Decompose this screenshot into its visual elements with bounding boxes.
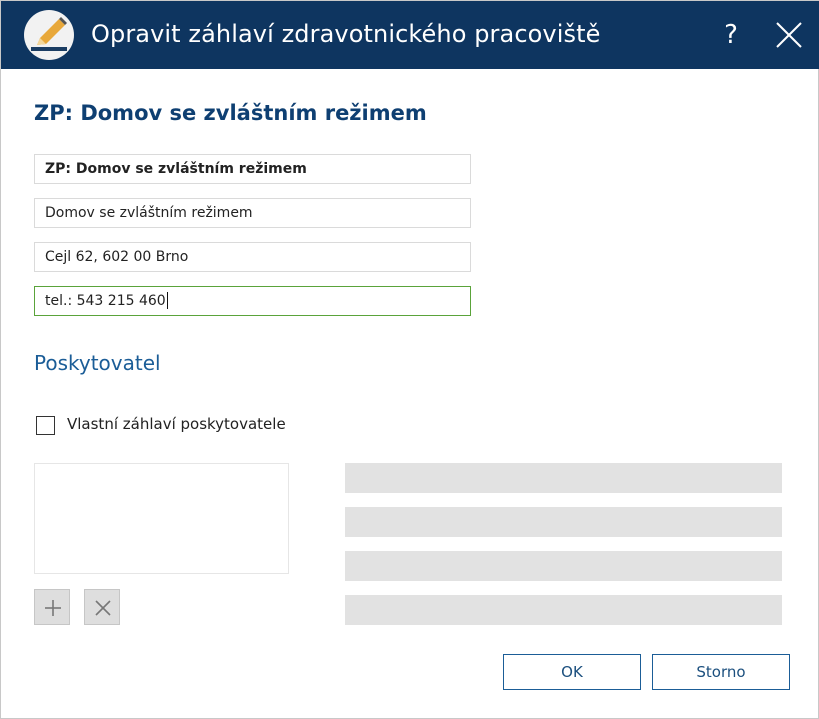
cancel-button[interactable]: Storno [652,654,790,690]
remove-logo-button[interactable] [84,589,120,625]
text-caret [166,291,168,309]
custom-provider-header-label[interactable]: Vlastní záhlaví poskytovatele [67,415,286,433]
title-bar: Opravit záhlaví zdravotnického pracovišt… [1,1,819,69]
header-line-2-input[interactable]: Domov se zvláštním režimem [34,198,471,228]
close-button[interactable] [769,15,809,55]
provider-section-title: Poskytovatel [34,351,161,375]
header-line-4-text: tel.: 543 215 460 [45,293,166,309]
add-logo-button[interactable] [34,589,70,625]
header-line-4-input[interactable]: tel.: 543 215 460 [34,286,471,316]
dialog-window: Opravit záhlaví zdravotnického pracovišt… [0,0,819,719]
provider-logo-area[interactable] [34,463,289,574]
close-icon [776,22,802,48]
x-icon [95,600,111,616]
header-line-1-input[interactable]: ZP: Domov se zvláštním režimem [34,154,471,184]
dialog-title: Opravit záhlaví zdravotnického pracovišt… [91,20,601,48]
help-button[interactable]: ? [713,15,749,55]
custom-provider-header-checkbox[interactable] [36,416,55,435]
provider-line-1-placeholder [345,463,782,493]
header-line-3-input[interactable]: Cejl 62, 602 00 Brno [34,242,471,272]
workplace-heading: ZP: Domov se zvláštním režimem [34,101,427,125]
plus-icon [45,600,61,616]
edit-pen-icon [23,9,75,61]
ok-button[interactable]: OK [503,654,641,690]
provider-line-4-placeholder [345,595,782,625]
provider-line-2-placeholder [345,507,782,537]
provider-line-3-placeholder [345,551,782,581]
